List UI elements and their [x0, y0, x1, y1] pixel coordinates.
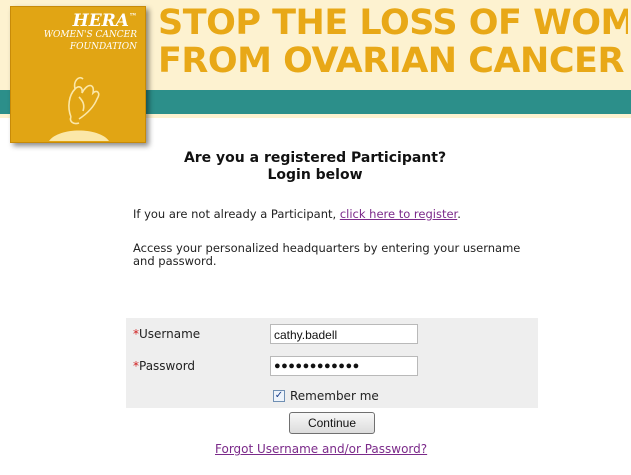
logo-sub-line-1: WOMEN'S CANCER — [43, 30, 137, 40]
logo-name: HERA — [72, 11, 129, 31]
remember-me-checkbox[interactable]: ✓ — [273, 390, 285, 402]
login-heading-line-2: Login below — [267, 167, 363, 183]
username-label: *Username — [133, 327, 200, 341]
logo-tm: ™ — [129, 11, 137, 21]
logo-subtitle: WOMEN'S CANCER FOUNDATION — [44, 29, 137, 53]
logo-name-wrap: HERA™ — [73, 11, 137, 31]
banner-headline: STOP THE LOSS OF WOMEN FROM OVARIAN CANC… — [158, 4, 628, 80]
headline-line-1: STOP THE LOSS OF WOMEN — [158, 4, 628, 43]
password-label: *Password — [133, 359, 195, 373]
access-paragraph: Access your personalized headquarters by… — [133, 241, 521, 268]
password-input[interactable]: ●●●●●●●●●●●● — [270, 356, 418, 376]
username-label-text: Username — [139, 327, 201, 341]
login-heading-line-1: Are you a registered Participant? — [183, 150, 447, 166]
register-suffix: . — [457, 207, 461, 221]
forgot-credentials-link[interactable]: Forgot Username and/or Password? — [215, 442, 427, 456]
login-heading: Are you a registered Participant? Login … — [150, 150, 480, 184]
logo-sub-line-2: FOUNDATION — [69, 42, 137, 52]
hera-logo[interactable]: HERA™ WOMEN'S CANCER FOUNDATION — [10, 6, 146, 143]
remember-me-label[interactable]: Remember me — [290, 389, 379, 403]
password-label-text: Password — [139, 359, 196, 373]
register-link[interactable]: click here to register — [340, 207, 457, 221]
continue-button[interactable]: Continue — [289, 412, 375, 434]
register-paragraph: If you are not already a Participant, cl… — [133, 207, 461, 221]
username-input[interactable]: cathy.badell — [270, 324, 418, 344]
hand-flower-icon — [49, 76, 109, 141]
checkmark-icon: ✓ — [274, 390, 284, 401]
headline-line-2: FROM OVARIAN CANCER — [158, 41, 624, 80]
register-prefix: If you are not already a Participant, — [133, 207, 340, 221]
